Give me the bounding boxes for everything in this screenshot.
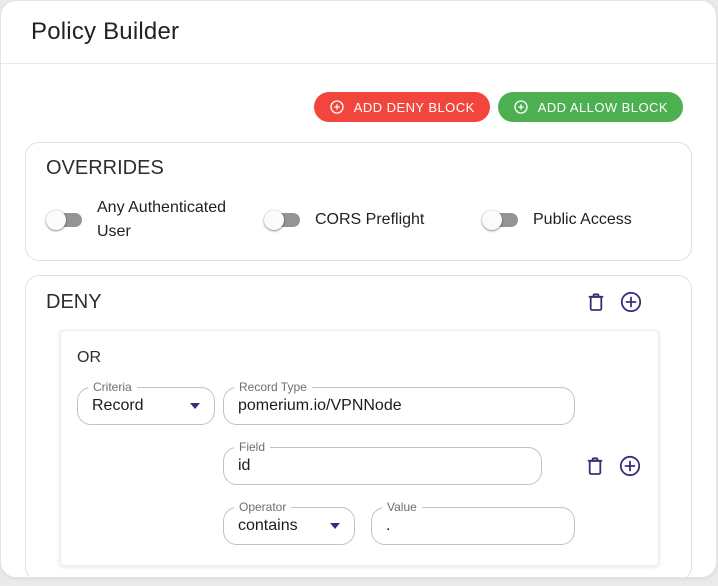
plus-circle-icon <box>618 454 642 478</box>
value-input[interactable] <box>386 517 560 535</box>
toggle-label: Any Authenticated User <box>97 199 226 240</box>
plus-circle-icon <box>329 99 345 115</box>
deny-block-title: DENY <box>46 290 102 313</box>
toggle-label: CORS Preflight <box>315 211 425 228</box>
record-type-field: Record Type <box>223 381 575 425</box>
deny-block-header: DENY <box>38 288 679 314</box>
card-content: ADD DENY BLOCK ADD ALLOW BLOCK OVERRIDES <box>1 64 716 577</box>
cors-preflight-switch[interactable] <box>264 209 302 231</box>
switch-knob <box>46 210 66 230</box>
operator-select-value: contains <box>238 517 298 534</box>
toggle-cors-preflight: CORS Preflight <box>264 196 482 244</box>
field-input[interactable] <box>238 457 527 475</box>
criteria-select[interactable]: Criteria Record <box>77 381 215 425</box>
field-row: Field <box>77 441 642 485</box>
chevron-down-icon <box>190 403 200 409</box>
add-criterion-button[interactable] <box>618 454 642 478</box>
criteria-select-value: Record <box>92 397 144 414</box>
any-authenticated-user-switch[interactable] <box>46 209 84 231</box>
group-operator-label: OR <box>77 349 101 366</box>
field-field: Field <box>223 441 542 485</box>
deny-block-actions <box>584 290 643 314</box>
trash-icon <box>583 454 607 478</box>
switch-knob <box>482 210 502 230</box>
public-access-switch[interactable] <box>482 209 520 231</box>
add-allow-block-button[interactable]: ADD ALLOW BLOCK <box>497 92 683 122</box>
chevron-down-icon <box>330 523 340 529</box>
delete-criterion-button[interactable] <box>583 454 607 478</box>
page-title: Policy Builder <box>31 18 180 45</box>
overrides-toggles: Any Authenticated User CORS Preflight Pu… <box>38 196 679 244</box>
trash-icon <box>584 290 608 314</box>
card-header: Policy Builder <box>1 1 716 64</box>
policy-builder-card: Policy Builder ADD DENY BLOCK ADD ALLOW … <box>0 0 717 578</box>
criteria-select-label: Criteria <box>88 381 137 394</box>
or-group-card: OR Criteria Record Record Type Field <box>60 330 659 566</box>
toggle-public-access: Public Access <box>482 196 632 244</box>
plus-circle-icon <box>619 290 643 314</box>
operator-select[interactable]: Operator contains <box>223 501 355 545</box>
add-deny-block-button[interactable]: ADD DENY BLOCK <box>313 92 490 122</box>
add-deny-block-label: ADD DENY BLOCK <box>353 99 475 115</box>
record-type-field-label: Record Type <box>234 381 312 394</box>
value-field-label: Value <box>382 501 422 514</box>
add-allow-block-label: ADD ALLOW BLOCK <box>537 99 668 115</box>
overrides-section: OVERRIDES Any Authenticated User CORS Pr… <box>25 142 692 261</box>
toggle-any-authenticated-user: Any Authenticated User <box>46 196 264 244</box>
criterion-actions <box>583 454 642 478</box>
delete-deny-block-button[interactable] <box>584 290 608 314</box>
toggle-label: Public Access <box>533 211 632 228</box>
value-field: Value <box>371 501 575 545</box>
block-actions: ADD DENY BLOCK ADD ALLOW BLOCK <box>25 92 692 122</box>
record-type-input[interactable] <box>238 397 560 415</box>
deny-block-section: DENY OR Criteria Record Record Type pome… <box>25 275 692 577</box>
plus-circle-icon <box>513 99 529 115</box>
criteria-row: Criteria Record Record Type <box>77 381 642 425</box>
switch-knob <box>264 210 284 230</box>
operator-row: Operator contains Value <box>77 501 642 545</box>
overrides-title: OVERRIDES <box>46 157 164 179</box>
field-field-label: Field <box>234 441 271 454</box>
operator-select-label: Operator <box>234 501 292 514</box>
add-group-button[interactable] <box>619 290 643 314</box>
